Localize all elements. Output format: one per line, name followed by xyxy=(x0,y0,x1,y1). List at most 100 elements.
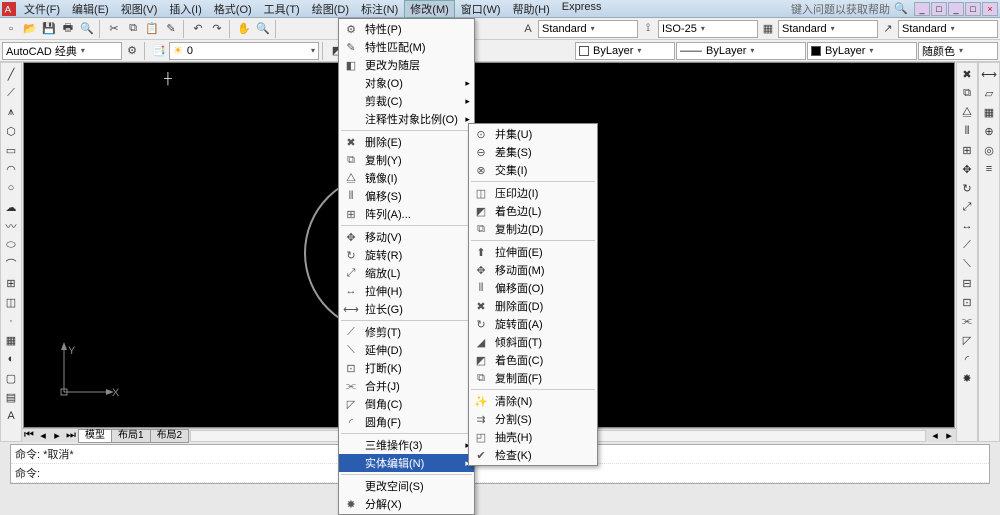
array-tool-icon[interactable]: ⊞ xyxy=(958,141,976,159)
mi-chspace[interactable]: 更改空间(S) xyxy=(339,477,474,495)
dist-icon[interactable]: ⟷ xyxy=(980,65,998,83)
mi-matchprop[interactable]: ✎特性匹配(M) xyxy=(339,38,474,56)
mi-clean[interactable]: ✨清除(N) xyxy=(469,392,597,410)
mi-extend[interactable]: ⟍延伸(D) xyxy=(339,341,474,359)
menu-modify[interactable]: 修改(M) xyxy=(404,0,455,18)
mi-mirror[interactable]: ⧋镜像(I) xyxy=(339,169,474,187)
menu-dimension[interactable]: 标注(N) xyxy=(355,0,404,18)
spline-icon[interactable]: 〰 xyxy=(2,217,20,235)
mi-shell[interactable]: ◰抽壳(H) xyxy=(469,428,597,446)
point-icon[interactable]: · xyxy=(2,312,20,330)
fillet-tool-icon[interactable]: ◜ xyxy=(958,350,976,368)
mi-chamfer[interactable]: ◸倒角(C) xyxy=(339,395,474,413)
undo-icon[interactable]: ↶ xyxy=(189,20,207,38)
mi-annoscale[interactable]: 注释性对象比例(O)▸ xyxy=(339,110,474,128)
layer-dd[interactable]: ☀0▾ xyxy=(169,42,319,60)
mi-break[interactable]: ⊡打断(K) xyxy=(339,359,474,377)
copy-tool-icon[interactable]: ⧉ xyxy=(958,84,976,102)
textstyle-dd[interactable]: Standard▾ xyxy=(538,20,638,38)
workspace-gear-icon[interactable]: ⚙ xyxy=(123,42,141,60)
mleaderstyle-dd[interactable]: Standard▾ xyxy=(898,20,998,38)
chamfer-tool-icon[interactable]: ◸ xyxy=(958,331,976,349)
ellipsearc-icon[interactable]: ⌒ xyxy=(2,255,20,273)
print-icon[interactable]: 🖶 xyxy=(59,20,77,38)
mi-stretch[interactable]: ↔拉伸(H) xyxy=(339,282,474,300)
pan-icon[interactable]: ✋ xyxy=(235,20,253,38)
locate-icon[interactable]: ⊕ xyxy=(980,122,998,140)
textstyle-icon[interactable]: A xyxy=(519,20,537,38)
open-icon[interactable]: 📂 xyxy=(21,20,39,38)
tab-last-icon[interactable]: ⏭ xyxy=(64,429,78,442)
mi-solidedit[interactable]: 实体编辑(N)▸ xyxy=(339,454,474,472)
tab-layout1[interactable]: 布局1 xyxy=(111,429,151,443)
mi-separate[interactable]: ⇉分割(S) xyxy=(469,410,597,428)
rectangle-icon[interactable]: ▭ xyxy=(2,141,20,159)
tab-first-icon[interactable]: ⏮ xyxy=(22,429,36,442)
paste-icon[interactable]: 📋 xyxy=(143,20,161,38)
break-tool-icon[interactable]: ⊡ xyxy=(958,293,976,311)
menu-tools[interactable]: 工具(T) xyxy=(258,0,306,18)
tab-model[interactable]: 模型 xyxy=(78,429,112,443)
new-icon[interactable]: ▫ xyxy=(2,20,20,38)
mi-scale[interactable]: ⤢缩放(L) xyxy=(339,264,474,282)
mi-copyface[interactable]: ⧉复制面(F) xyxy=(469,369,597,387)
mi-copyedge[interactable]: ⧉复制边(D) xyxy=(469,220,597,238)
circle-icon[interactable]: ○ xyxy=(2,179,20,197)
mi-erase[interactable]: ✖删除(E) xyxy=(339,133,474,151)
mi-join[interactable]: ⫘合并(J) xyxy=(339,377,474,395)
scroll-left-icon[interactable]: ◂ xyxy=(928,429,942,442)
mirror-tool-icon[interactable]: ⧋ xyxy=(958,103,976,121)
mi-lengthen[interactable]: ⟷拉长(G) xyxy=(339,300,474,318)
scroll-right-icon[interactable]: ▸ xyxy=(942,429,956,442)
layer-props-icon[interactable]: 📑 xyxy=(150,42,168,60)
pline-icon[interactable]: ⩚ xyxy=(2,103,20,121)
xline-icon[interactable]: ⟋ xyxy=(2,84,20,102)
linetype-dd[interactable]: ——ByLayer▾ xyxy=(676,42,806,60)
doc-minimize-button[interactable]: _ xyxy=(948,2,964,16)
save-icon[interactable]: 💾 xyxy=(40,20,58,38)
cmd-prompt[interactable]: 命令: xyxy=(11,464,989,483)
help-search[interactable]: 键入问题以获取帮助 xyxy=(791,1,892,17)
tab-prev-icon[interactable]: ◂ xyxy=(36,429,50,442)
offset-tool-icon[interactable]: ⫴ xyxy=(958,122,976,140)
hatch-icon[interactable]: ▦ xyxy=(2,331,20,349)
area-icon[interactable]: ▱ xyxy=(980,84,998,102)
region-icon[interactable]: ▢ xyxy=(2,369,20,387)
cut-icon[interactable]: ✂ xyxy=(105,20,123,38)
menu-draw[interactable]: 绘图(D) xyxy=(306,0,355,18)
mi-imprint[interactable]: ◫压印边(I) xyxy=(469,184,597,202)
list-icon[interactable]: ≡ xyxy=(980,160,998,178)
mi-explode[interactable]: ✸分解(X) xyxy=(339,495,474,513)
mtext-icon[interactable]: A xyxy=(2,407,20,425)
qcalc-icon[interactable]: ▦ xyxy=(980,103,998,121)
workspace-dd[interactable]: AutoCAD 经典▾ xyxy=(2,42,122,60)
mi-properties[interactable]: ⚙特性(P) xyxy=(339,20,474,38)
mi-offset[interactable]: ⫴偏移(S) xyxy=(339,187,474,205)
mi-array[interactable]: ⊞阵列(A)... xyxy=(339,205,474,223)
mi-fillet[interactable]: ◜圆角(F) xyxy=(339,413,474,431)
mi-rotateface[interactable]: ↻旋转面(A) xyxy=(469,315,597,333)
menu-file[interactable]: 文件(F) xyxy=(18,0,66,18)
menu-express[interactable]: Express xyxy=(556,0,608,18)
mi-extrudeface[interactable]: ⬆拉伸面(E) xyxy=(469,243,597,261)
explode-tool-icon[interactable]: ✸ xyxy=(958,369,976,387)
doc-close-button[interactable]: × xyxy=(982,2,998,16)
polygon-icon[interactable]: ⬡ xyxy=(2,122,20,140)
mi-colorface[interactable]: ◩着色面(C) xyxy=(469,351,597,369)
menu-format[interactable]: 格式(O) xyxy=(208,0,258,18)
mi-check[interactable]: ✔检查(K) xyxy=(469,446,597,464)
erase-icon[interactable]: ✖ xyxy=(958,65,976,83)
mi-deleteface[interactable]: ✖删除面(D) xyxy=(469,297,597,315)
copy-icon[interactable]: ⧉ xyxy=(124,20,142,38)
restore-button[interactable]: □ xyxy=(931,2,947,16)
zoom-icon[interactable]: 🔍 xyxy=(254,20,272,38)
tablestyle-dd[interactable]: Standard▾ xyxy=(778,20,878,38)
mi-union[interactable]: ⊙并集(U) xyxy=(469,125,597,143)
scale-tool-icon[interactable]: ⤢ xyxy=(958,198,976,216)
tab-layout2[interactable]: 布局2 xyxy=(150,429,190,443)
id-icon[interactable]: ◎ xyxy=(980,141,998,159)
tab-next-icon[interactable]: ▸ xyxy=(50,429,64,442)
mi-move[interactable]: ✥移动(V) xyxy=(339,228,474,246)
menu-help[interactable]: 帮助(H) xyxy=(507,0,556,18)
menu-view[interactable]: 视图(V) xyxy=(115,0,164,18)
